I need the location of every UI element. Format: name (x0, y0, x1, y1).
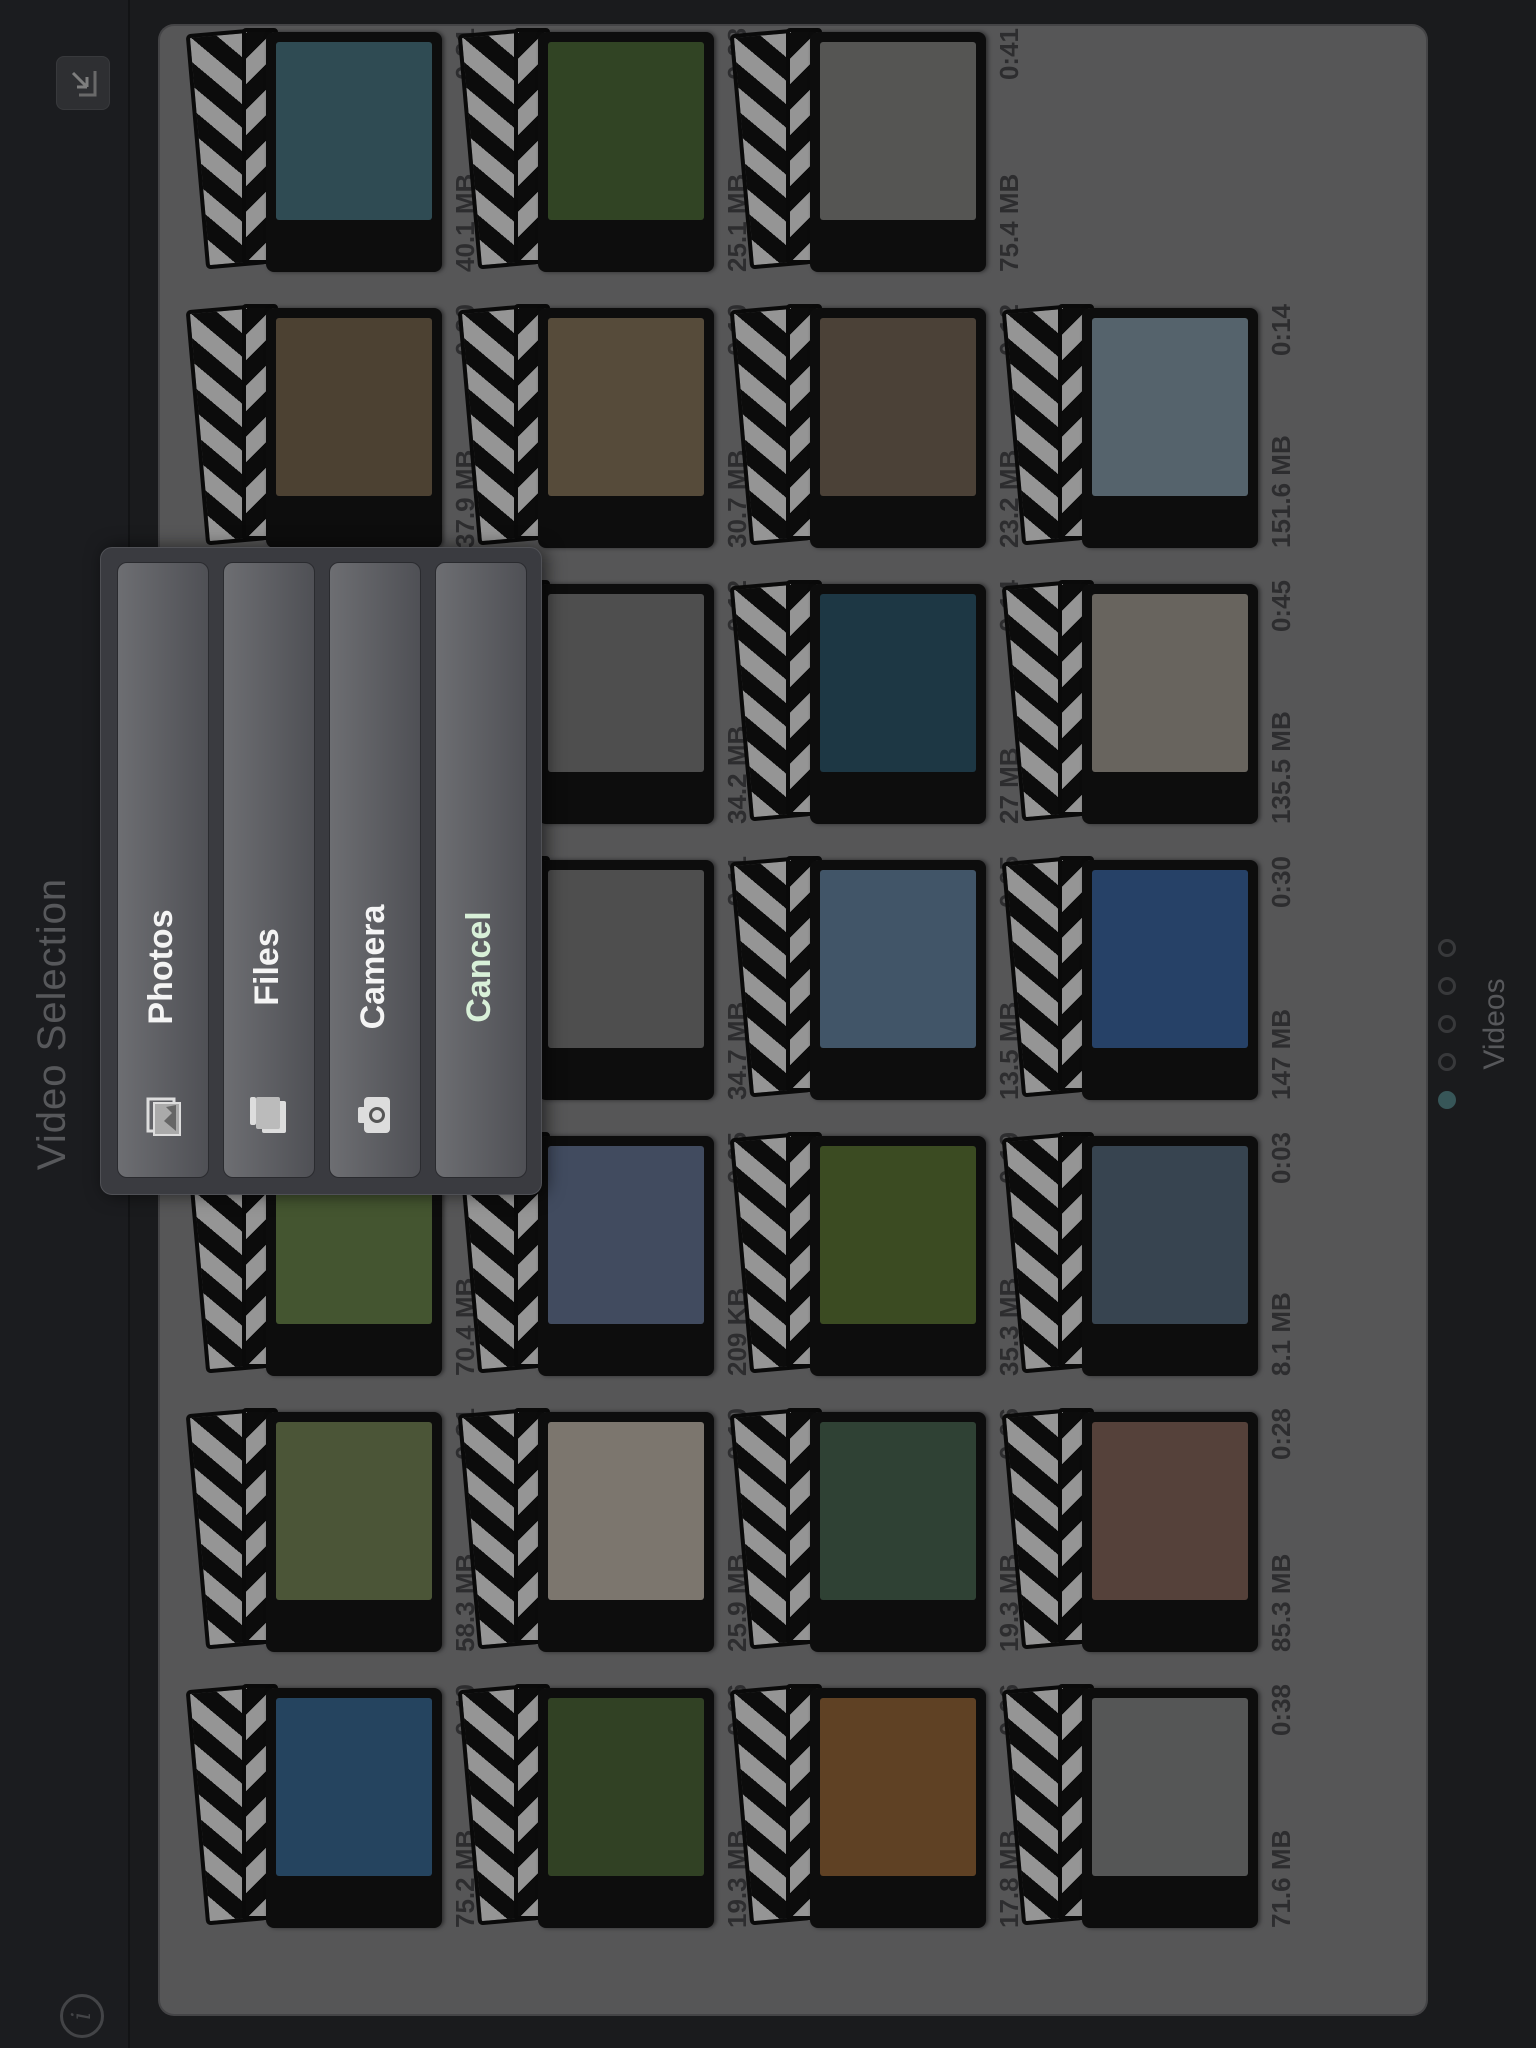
photos-menu-item[interactable]: Photos (117, 562, 209, 1178)
rotated-stage: i Video Selection 75.2 MB0:4058.3 MB0:31… (0, 0, 1536, 2048)
files-menu-item[interactable]: Files (223, 562, 315, 1178)
source-menu: Photos Files Camera Cancel (100, 547, 542, 1195)
camera-label: Camera (354, 904, 392, 1030)
cancel-label: Cancel (460, 911, 498, 1023)
files-label: Files (248, 928, 286, 1006)
camera-menu-item[interactable]: Camera (329, 562, 421, 1178)
cancel-menu-item[interactable]: Cancel (435, 562, 527, 1178)
photos-label: Photos (142, 909, 180, 1025)
